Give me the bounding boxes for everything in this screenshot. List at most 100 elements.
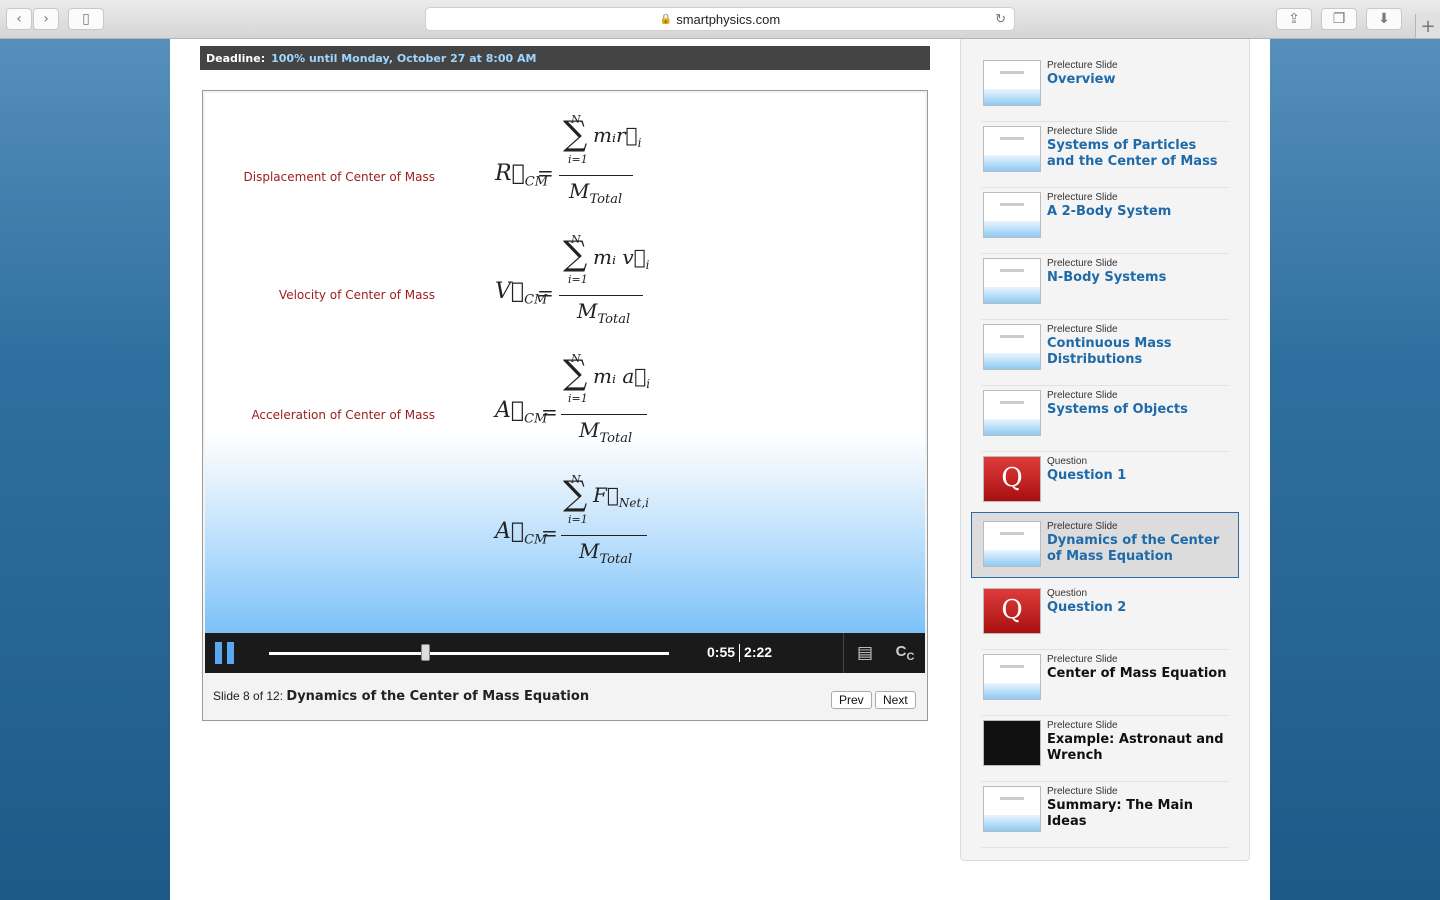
thumbnail-detail: [1000, 335, 1024, 338]
slide-caption: Slide 8 of 12: Dynamics of the Center of…: [213, 689, 589, 704]
download-icon: ⬇: [1378, 11, 1390, 27]
slide-item-type: Prelecture Slide: [1047, 390, 1118, 401]
sum-lower: i=1: [568, 392, 588, 405]
slide-title: Dynamics of the Center of Mass Equation: [286, 689, 590, 704]
sigma-symbol: ∑: [563, 114, 588, 154]
forward-button[interactable]: ›: [33, 8, 59, 30]
slide-item-title: Continuous Mass Distributions: [1047, 336, 1172, 367]
slide-item-title: Overview: [1047, 72, 1116, 87]
sidebar-slide-item[interactable]: Prelecture Slide Systems of Objects: [981, 386, 1229, 452]
slide-thumbnail: [983, 720, 1041, 766]
slide-player: Displacement of Center of Mass R⃗CM = N …: [202, 90, 928, 721]
slide-thumbnail: [983, 126, 1041, 172]
fraction-line: [559, 175, 633, 176]
thumbnail-detail: [1000, 401, 1024, 404]
transcript-icon: ▤: [856, 643, 874, 663]
fraction-line: [559, 295, 643, 296]
forward-icon: ›: [43, 11, 49, 27]
slide-thumbnail: [983, 786, 1041, 832]
tabs-icon: ❐: [1332, 11, 1346, 27]
sidebar-toggle-button[interactable]: ▯: [68, 8, 104, 30]
denominator-sub: Total: [589, 192, 623, 207]
equation-lhs-symbol: V⃗: [495, 279, 525, 304]
progress-track[interactable]: [269, 644, 669, 661]
sidebar-slide-item[interactable]: Prelecture Slide Center of Mass Equation: [981, 650, 1229, 716]
equals-sign: =: [537, 161, 554, 185]
equation-lhs-symbol: A⃗: [495, 398, 525, 423]
sidebar-slide-item[interactable]: Prelecture Slide N-Body Systems: [981, 254, 1229, 320]
equals-sign: =: [537, 281, 554, 305]
numerator-sub: Net,i: [618, 496, 649, 510]
thumbnail-detail: [1000, 665, 1024, 668]
slide-item-type: Question: [1047, 588, 1088, 599]
slide-item-title: Question 2: [1047, 600, 1127, 615]
denominator-sub: Total: [597, 312, 631, 327]
sidebar-slide-item[interactable]: Prelecture Slide Summary: The Main Ideas: [981, 782, 1229, 848]
thumbnail-sky: [984, 353, 1040, 369]
denominator-text: M: [579, 418, 600, 442]
progress-handle[interactable]: [421, 644, 430, 661]
deadline-label: Deadline:: [206, 51, 266, 65]
sum-lower: i=1: [568, 513, 588, 526]
slide-item-title: Example: Astronaut and Wrench: [1047, 732, 1224, 763]
thumbnail-detail: [1000, 203, 1024, 206]
player-controls: 0:55 2:22 ▤ CC: [205, 633, 925, 673]
equation-numerator: mᵢ v⃗i: [593, 245, 650, 272]
reload-icon[interactable]: ↻: [995, 11, 1006, 27]
prev-button[interactable]: Prev: [831, 691, 872, 709]
thumbnail-detail: [1000, 797, 1024, 800]
equation-denominator: MTotal: [577, 299, 630, 327]
sidebar-slide-item[interactable]: Prelecture Slide Continuous Mass Distribu…: [981, 320, 1229, 386]
tabs-button[interactable]: ❐: [1321, 8, 1357, 30]
equation-denominator: MTotal: [579, 418, 632, 446]
slide-item-title: Systems of Particles and the Center of M…: [1047, 138, 1218, 169]
transcript-button[interactable]: ▤: [853, 641, 877, 665]
current-time: 0:55: [707, 644, 736, 660]
next-button[interactable]: Next: [875, 691, 916, 709]
thumbnail-sky: [984, 550, 1040, 566]
sigma-symbol: ∑: [563, 474, 588, 514]
equation-acceleration: A⃗CM = N ∑ i=1 mᵢ a⃗i MTotal: [493, 352, 663, 452]
slide-thumbnail: [983, 654, 1041, 700]
equation-label: Displacement of Center of Mass: [243, 170, 435, 184]
question-icon: Q: [1001, 463, 1023, 493]
question-thumbnail: Q: [983, 588, 1041, 634]
equation-velocity: V⃗CM = N ∑ i=1 mᵢ v⃗i MTotal: [493, 233, 663, 333]
sidebar-slide-item[interactable]: Prelecture Slide Example: Astronaut and W…: [981, 716, 1229, 782]
equation-net-force: A⃗CM = N ∑ i=1 F⃗Net,i MTotal: [493, 473, 663, 573]
address-bar[interactable]: 🔒 smartphysics.com ↻: [425, 7, 1015, 31]
sum-lower: i=1: [568, 273, 588, 286]
downloads-button[interactable]: ⬇: [1366, 8, 1402, 30]
thumbnail-sky: [984, 89, 1040, 105]
sidebar-slide-item[interactable]: Prelecture Slide Dynamics of the Center o…: [971, 512, 1239, 578]
cc-icon: CC: [895, 643, 915, 663]
sigma-symbol: ∑: [563, 353, 588, 393]
thumbnail-detail: [1000, 269, 1024, 272]
equation-numerator: mᵢr⃗i: [593, 123, 641, 150]
slide-item-type: Prelecture Slide: [1047, 60, 1118, 71]
slide-thumbnail: [983, 390, 1041, 436]
numerator-text: mᵢr⃗: [593, 123, 638, 147]
closed-captions-button[interactable]: CC: [893, 641, 917, 665]
sidebar-slide-item[interactable]: Prelecture Slide A 2-Body System: [981, 188, 1229, 254]
sidebar-slide-item[interactable]: Q Question Question 1: [981, 452, 1229, 518]
new-tab-button[interactable]: +: [1415, 14, 1440, 38]
slide-item-type: Question: [1047, 456, 1088, 467]
share-button[interactable]: ⇪: [1276, 8, 1312, 30]
slide-item-type: Prelecture Slide: [1047, 126, 1118, 137]
slide-thumbnail: [983, 324, 1041, 370]
total-time: 2:22: [744, 644, 773, 660]
equation-numerator: mᵢ a⃗i: [593, 364, 650, 391]
sidebar-slide-item[interactable]: Prelecture Slide Overview: [981, 56, 1229, 122]
sum-lower: i=1: [568, 153, 588, 166]
equation-lhs-symbol: A⃗: [495, 519, 525, 544]
back-button[interactable]: ‹: [6, 8, 32, 30]
sidebar-slide-item[interactable]: Prelecture Slide Systems of Particles and…: [981, 122, 1229, 188]
pause-button[interactable]: [215, 642, 237, 664]
thumbnail-sky: [984, 155, 1040, 171]
equals-sign: =: [541, 521, 558, 545]
equation-lhs-symbol: R⃗: [495, 161, 525, 186]
slide-item-title: Question 1: [1047, 468, 1127, 483]
share-icon: ⇪: [1288, 11, 1300, 27]
sidebar-slide-item[interactable]: Q Question Question 2: [981, 584, 1229, 650]
